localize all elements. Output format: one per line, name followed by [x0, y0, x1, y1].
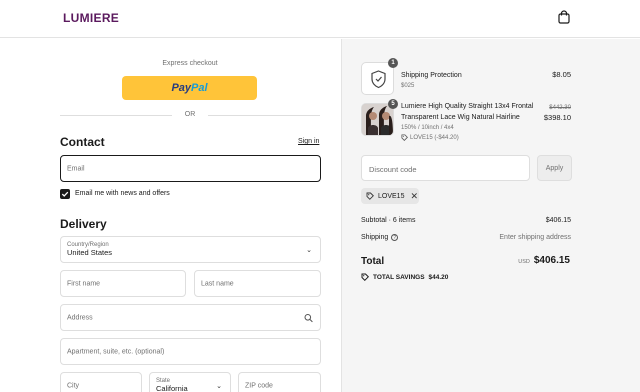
shipping-value: Enter shipping address — [499, 234, 571, 241]
total-value: USD $406.15 — [518, 255, 570, 266]
item-name: Lumiere High Quality Straight 13x4 Front… — [401, 103, 534, 121]
subtotal-value: $406.15 — [545, 217, 571, 224]
checkout-form: Express checkout Pay Pal OR Contact Sign … — [0, 39, 341, 392]
chevron-down-icon: ⌄ — [306, 246, 312, 254]
shield-icon — [371, 70, 386, 89]
currency-code: USD — [518, 259, 530, 265]
address-field[interactable]: Address — [60, 304, 321, 331]
city-field[interactable]: City — [60, 372, 142, 392]
savings-value: $44.20 — [428, 273, 449, 281]
search-icon — [304, 313, 313, 322]
line-item: 1 Shipping Protection $025 $8.05 — [361, 58, 571, 96]
total-label: Total — [361, 256, 385, 267]
paypal-button[interactable]: Pay Pal — [122, 76, 257, 100]
newsletter-checkbox[interactable] — [60, 188, 70, 199]
quantity-badge: 1 — [388, 58, 398, 68]
paypal-logo-pay: Pay — [171, 82, 192, 94]
or-divider: OR — [60, 110, 320, 120]
zip-field[interactable]: ZIP code — [238, 372, 321, 392]
apartment-field[interactable]: Apartment, suite, etc. (optional) — [60, 338, 321, 365]
wig-product-image — [362, 104, 393, 135]
last-name-field[interactable]: Last name — [194, 270, 321, 297]
state-select[interactable]: State California ⌄ — [149, 372, 231, 392]
item-variant: $025 — [401, 83, 415, 89]
quantity-badge: 5 — [388, 99, 398, 109]
item-price: $8.05 — [552, 70, 571, 79]
item-original-price: $442.30 — [549, 105, 571, 111]
total-savings: TOTAL SAVINGS $44.20 — [361, 273, 448, 281]
tag-icon — [366, 192, 374, 200]
subtotal-row: Subtotal · 6 items $406.15 — [361, 217, 571, 224]
first-name-field[interactable]: First name — [60, 270, 186, 297]
email-placeholder: Email — [67, 165, 85, 172]
header: LUMIERE — [0, 0, 640, 38]
order-summary: 1 Shipping Protection $025 $8.05 5 Lumie… — [341, 39, 640, 392]
line-item: 5 Lumiere High Quality Straight 13x4 Fro… — [361, 99, 571, 145]
tag-icon — [401, 134, 408, 141]
item-variant: 150% / 10inch / 4x4 — [401, 125, 454, 131]
shopping-bag-icon[interactable] — [557, 10, 571, 24]
express-checkout-label: Express checkout — [162, 60, 218, 67]
newsletter-option[interactable]: Email me with news and offers — [60, 188, 170, 199]
sign-in-link[interactable]: Sign in — [298, 138, 319, 145]
discount-code-label: LOVE15 — [378, 192, 405, 200]
contact-heading: Contact — [60, 135, 105, 149]
remove-discount-icon[interactable]: ✕ — [410, 191, 418, 202]
chevron-down-icon: ⌄ — [216, 382, 222, 390]
applied-discount-chip: LOVE15 ✕ — [361, 188, 419, 204]
country-select[interactable]: Country/Region United States ⌄ — [60, 236, 321, 263]
item-price: $398.10 — [543, 113, 571, 122]
item-discount: LOVE15 (-$44.20) — [401, 134, 459, 141]
item-name: Shipping Protection — [401, 72, 462, 79]
email-field[interactable]: Email — [60, 155, 321, 182]
paypal-logo-pal: Pal — [191, 82, 208, 94]
newsletter-label: Email me with news and offers — [75, 190, 170, 197]
discount-code-input[interactable]: Discount code — [361, 155, 530, 181]
store-logo[interactable]: LUMIERE — [63, 11, 119, 25]
delivery-heading: Delivery — [60, 217, 107, 231]
help-icon[interactable]: ? — [391, 234, 399, 241]
tag-icon — [361, 273, 369, 281]
apply-button[interactable]: Apply — [537, 155, 572, 181]
country-value: United States — [67, 248, 113, 257]
shipping-row: Shipping? Enter shipping address — [361, 234, 571, 241]
